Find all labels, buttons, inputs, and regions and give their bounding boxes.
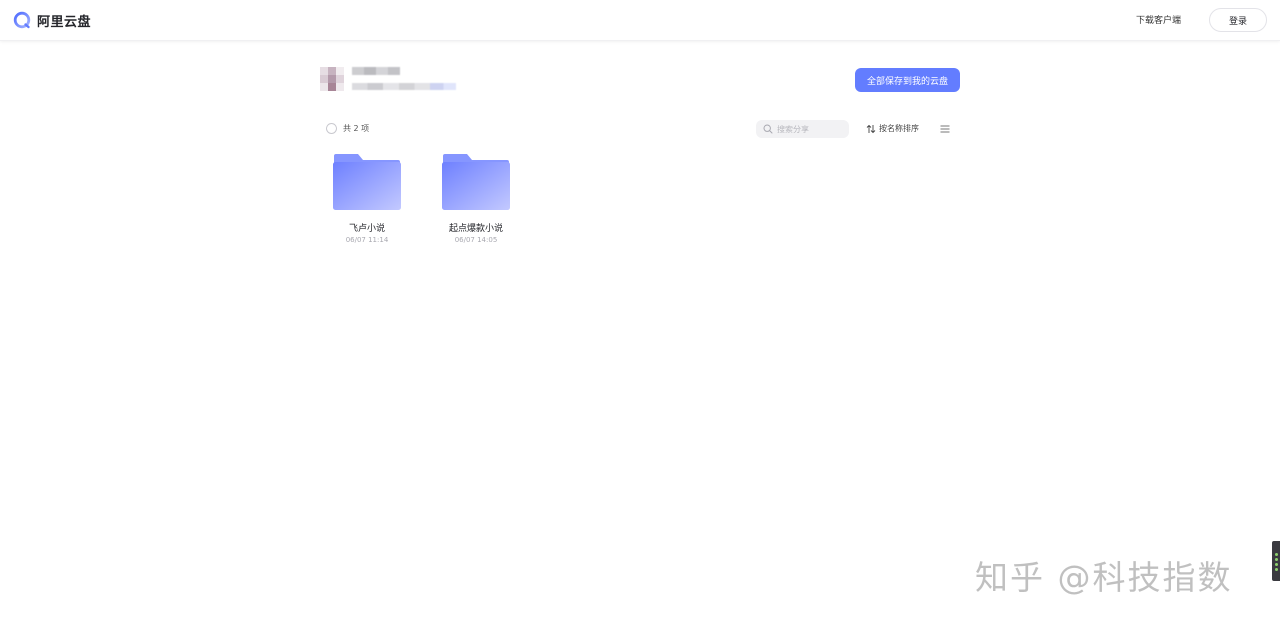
- sort-arrows-icon: [866, 124, 876, 133]
- side-widget[interactable]: [1272, 541, 1280, 581]
- search-icon: [763, 124, 773, 134]
- sort-label: 按名称排序: [879, 124, 919, 133]
- top-header: 阿里云盘 下载客户端 登录: [0, 0, 1280, 41]
- sort-by-name-button[interactable]: 按名称排序: [866, 123, 919, 134]
- sharer-avatar: [320, 67, 344, 91]
- share-meta-redacted: [352, 83, 456, 90]
- search-input[interactable]: [777, 124, 845, 134]
- folder-item[interactable]: 飞卢小说 06/07 11:14: [319, 152, 415, 252]
- folder-icon: [333, 154, 401, 210]
- folder-icon: [442, 154, 510, 210]
- folder-timestamp: 06/07 14:05: [454, 236, 498, 244]
- item-count: 共 2 项: [343, 124, 370, 133]
- share-title-redacted: [352, 67, 400, 75]
- app-name: 阿里云盘: [37, 14, 92, 30]
- select-all-control[interactable]: 共 2 项: [326, 123, 369, 134]
- download-client-link[interactable]: 下载客户端: [1136, 13, 1181, 26]
- app-logo[interactable]: 阿里云盘: [13, 10, 91, 30]
- list-view-icon[interactable]: [940, 124, 950, 134]
- aliyun-drive-logo-icon: [13, 11, 31, 29]
- folder-name[interactable]: 起点爆款小说: [428, 221, 524, 234]
- folder-item[interactable]: 起点爆款小说 06/07 14:05: [428, 152, 524, 252]
- folder-timestamp: 06/07 11:14: [345, 236, 389, 244]
- select-all-radio[interactable]: [326, 123, 337, 134]
- login-button[interactable]: 登录: [1209, 8, 1267, 32]
- save-all-to-drive-button[interactable]: 全部保存到我的云盘: [855, 68, 960, 92]
- search-box[interactable]: [756, 120, 849, 138]
- zhihu-watermark: 知乎 @科技指数: [975, 558, 1233, 597]
- folder-name[interactable]: 飞卢小说: [319, 221, 415, 234]
